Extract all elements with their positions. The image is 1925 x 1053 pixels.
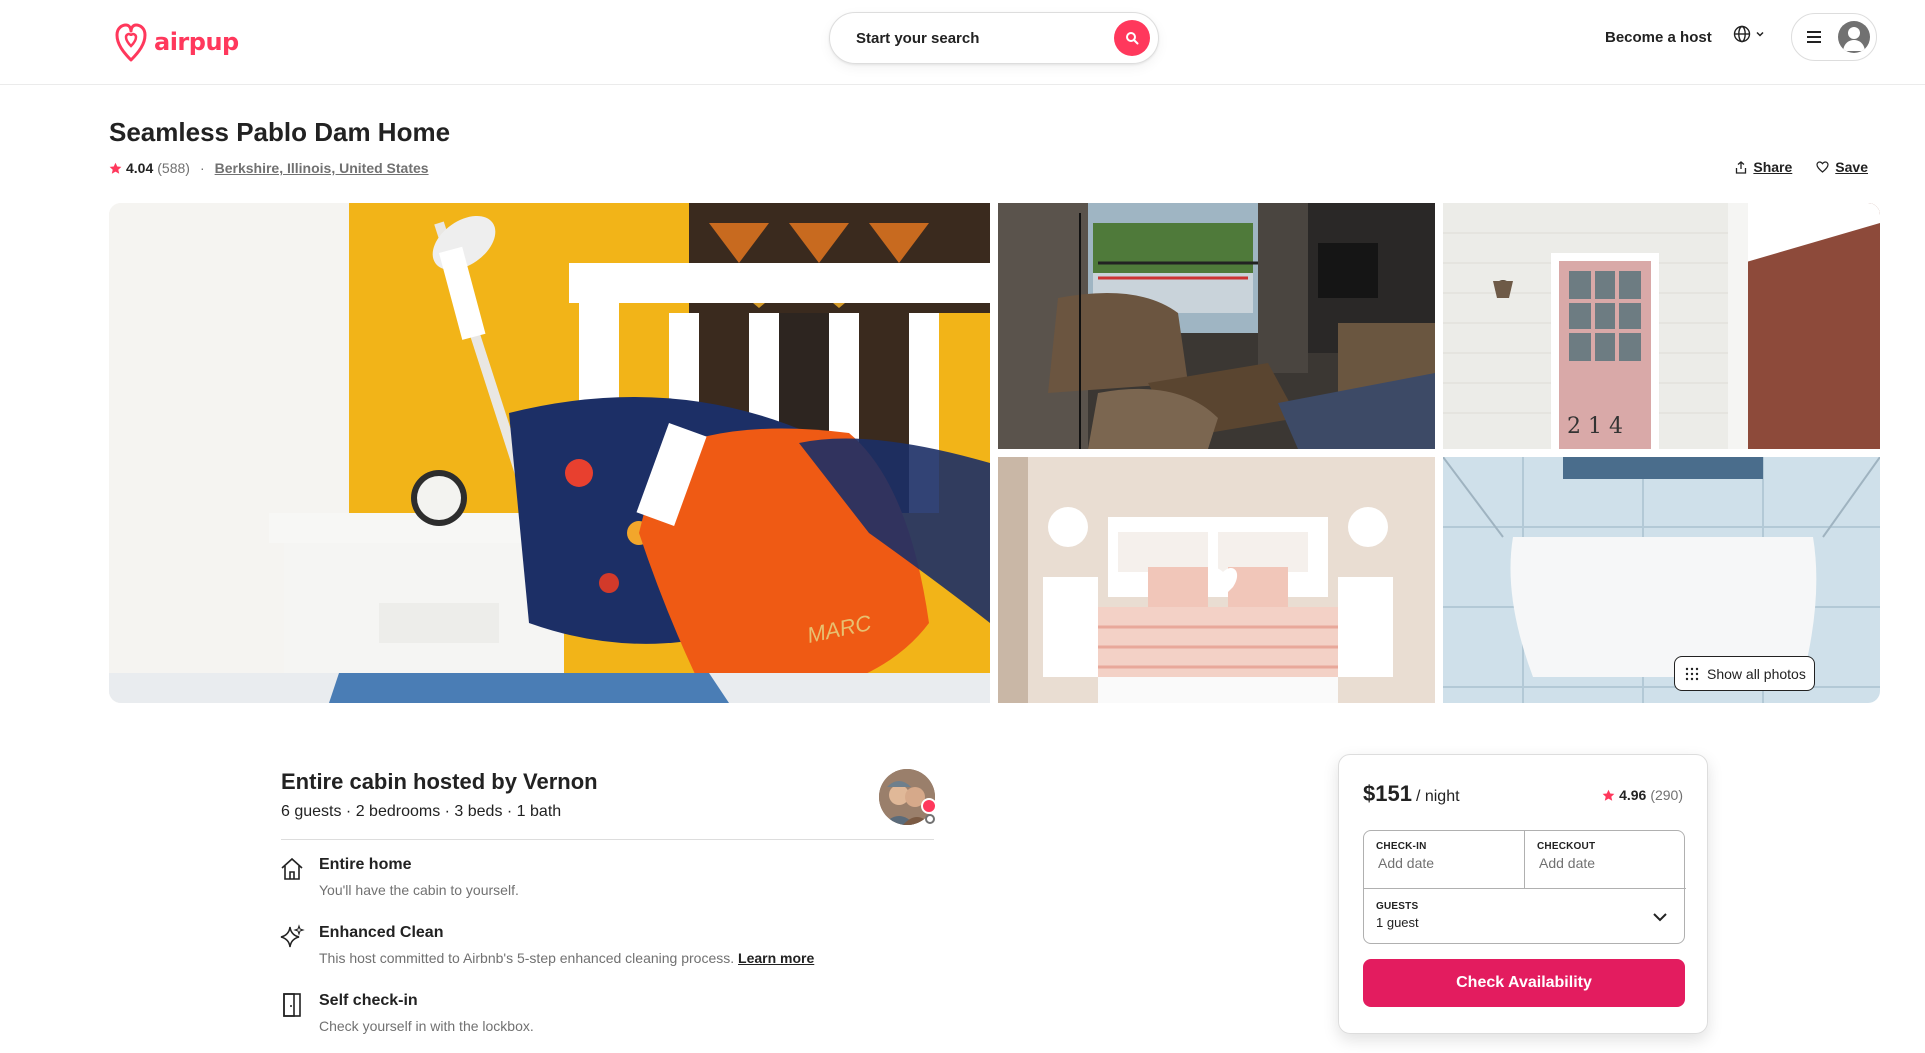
host-subtitle: 6 guests · 2 bedrooms · 3 beds · 1 bath — [281, 803, 562, 820]
feature-title: Self check-in — [319, 992, 418, 1009]
booking-card: $151 / night 4.96 (290) CHECK-IN Add dat… — [1338, 754, 1708, 1034]
show-all-photos-button[interactable]: Show all photos — [1674, 656, 1815, 691]
user-avatar — [1838, 21, 1870, 53]
feature-desc-text: This host committed to Airbnb's 5-step e… — [319, 950, 735, 966]
logo-icon — [115, 23, 147, 62]
checkin-field[interactable]: CHECK-IN Add date — [1364, 831, 1525, 888]
become-host-link[interactable]: Become a host — [1601, 27, 1716, 48]
chevron-down-icon — [1756, 31, 1764, 37]
user-menu-button[interactable] — [1791, 13, 1877, 61]
feature-enhanced-clean: Enhanced Clean This host committed to Ai… — [279, 924, 814, 966]
feature-desc: This host committed to Airbnb's 5-step e… — [319, 950, 814, 966]
separator-dot: · — [199, 160, 205, 176]
checkout-value: Add date — [1539, 855, 1596, 871]
logo-text: airpup — [154, 28, 239, 56]
photo-gallery: MARC 2 1 4 — [109, 203, 1880, 703]
save-label: Save — [1835, 159, 1868, 175]
share-icon — [1736, 160, 1747, 174]
feature-desc: You'll have the cabin to yourself. — [319, 882, 519, 898]
door-icon — [283, 993, 301, 1017]
feature-title: Entire home — [319, 856, 412, 873]
check-availability-button[interactable]: Check Availability — [1363, 959, 1685, 1007]
host-status-dot — [925, 814, 935, 824]
search-button[interactable] — [1114, 20, 1150, 56]
checkin-label: CHECK-IN — [1376, 841, 1427, 852]
hamburger-icon — [1807, 31, 1821, 43]
search-placeholder: Start your search — [856, 29, 980, 47]
price-row: $151 / night — [1363, 781, 1460, 807]
date-guest-picker: CHECK-IN Add date CHECKOUT Add date GUES… — [1363, 830, 1686, 944]
listing-title: Seamless Pablo Dam Home — [109, 117, 451, 147]
svg-text:2 1 4: 2 1 4 — [1567, 414, 1623, 439]
listing-location[interactable]: Berkshire, Illinois, United States — [215, 160, 429, 176]
listing-reviews[interactable]: (588) — [157, 160, 190, 176]
logo[interactable]: airpup — [114, 21, 239, 63]
section-divider — [281, 839, 934, 840]
photo-pink-door[interactable]: 2 1 4 — [1443, 203, 1880, 449]
user-icon — [1843, 27, 1865, 51]
listing-meta: 4.04 (588) · Berkshire, Illinois, United… — [109, 159, 429, 177]
share-button[interactable]: Share — [1731, 157, 1796, 177]
heart-icon — [1816, 161, 1829, 173]
share-label: Share — [1753, 159, 1793, 175]
feature-title: Enhanced Clean — [319, 924, 444, 941]
star-icon — [109, 162, 122, 174]
learn-more-link[interactable]: Learn more — [738, 950, 814, 966]
per-night-label: / night — [1415, 788, 1460, 805]
home-icon — [281, 857, 303, 880]
host-title: Entire cabin hosted by Vernon — [281, 769, 598, 794]
listing-actions: Share Save — [1731, 157, 1872, 177]
feature-desc: Check yourself in with the lockbox. — [319, 1018, 534, 1034]
chevron-down-icon — [1653, 913, 1667, 922]
photo-living-room[interactable] — [998, 203, 1435, 449]
card-review-count[interactable]: (290) — [1650, 787, 1683, 803]
search-icon — [1126, 32, 1139, 45]
checkout-label: CHECKOUT — [1537, 841, 1596, 852]
photo-pink-bedroom[interactable] — [998, 457, 1435, 703]
feature-self-checkin: Self check-in Check yourself in with the… — [279, 992, 534, 1034]
listing-rating: 4.04 — [126, 160, 154, 176]
star-icon — [1602, 789, 1615, 801]
feature-entire-home: Entire home You'll have the cabin to you… — [279, 856, 519, 898]
card-rating: 4.96 (290) — [1602, 787, 1683, 803]
search-bar[interactable]: Start your search — [829, 12, 1159, 64]
sparkle-icon — [280, 924, 305, 948]
guests-field[interactable]: GUESTS 1 guest — [1364, 888, 1686, 944]
show-all-label: Show all photos — [1707, 665, 1806, 682]
photo-main[interactable]: MARC — [109, 203, 990, 703]
nightly-price: $151 — [1363, 781, 1412, 806]
top-header: airpup Start your search Become a host — [0, 0, 1925, 85]
language-button[interactable] — [1733, 25, 1765, 43]
checkin-value: Add date — [1378, 855, 1435, 871]
guests-label: GUESTS — [1376, 901, 1419, 912]
guests-value: 1 guest — [1376, 915, 1419, 930]
save-button[interactable]: Save — [1812, 157, 1872, 177]
grid-icon — [1685, 667, 1699, 680]
superhost-badge — [921, 798, 937, 814]
globe-icon — [1733, 25, 1751, 43]
checkout-field[interactable]: CHECKOUT Add date — [1525, 831, 1686, 888]
card-rating-value: 4.96 — [1619, 787, 1647, 803]
